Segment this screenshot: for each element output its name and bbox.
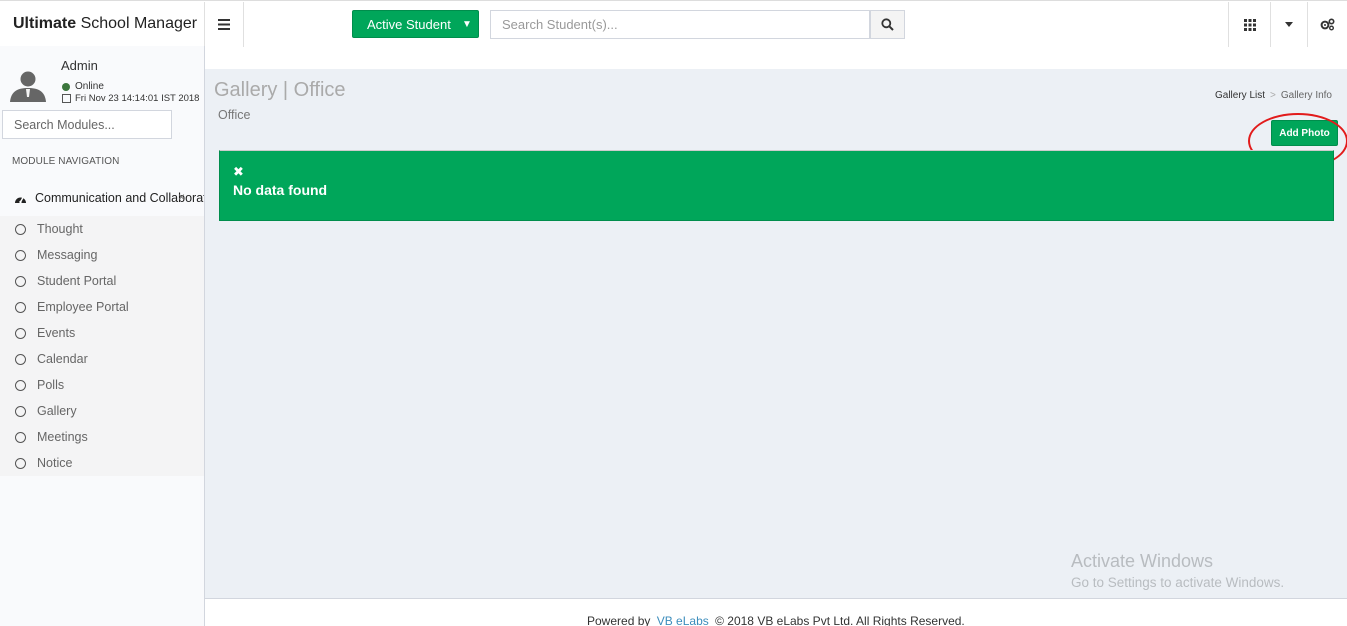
sidebar-item-label: Calendar bbox=[37, 352, 88, 366]
sidebar-item-employee-portal[interactable]: Employee Portal bbox=[0, 294, 204, 320]
sidebar-item-polls[interactable]: Polls bbox=[0, 372, 204, 398]
grid-icon bbox=[1243, 18, 1256, 31]
breadcrumb-separator: > bbox=[1270, 90, 1276, 101]
breadcrumb-gallery-info: Gallery Info bbox=[1280, 90, 1332, 101]
breadcrumb-gallery-list[interactable]: Gallery List bbox=[1215, 90, 1265, 101]
user-menu-dropdown[interactable] bbox=[1270, 2, 1307, 47]
sidebar-item-student-portal[interactable]: Student Portal bbox=[0, 268, 204, 294]
active-student-label: Active Student bbox=[367, 16, 451, 32]
user-name: Admin bbox=[61, 58, 98, 73]
page-subtitle: Office bbox=[218, 108, 251, 122]
circle-icon bbox=[15, 301, 26, 313]
activate-windows-title: Activate Windows bbox=[1071, 551, 1214, 571]
footer-prefix: Powered by bbox=[587, 614, 651, 626]
sidebar-item-label: Messaging bbox=[37, 248, 98, 262]
no-data-alert: ✖ No data found bbox=[219, 150, 1334, 221]
breadcrumb: Gallery List > Gallery Info bbox=[1215, 90, 1332, 101]
page-title: Gallery | Office bbox=[214, 79, 346, 101]
content-area: Gallery | Office Office Gallery List > G… bbox=[205, 69, 1347, 598]
circle-icon bbox=[15, 379, 26, 391]
dashboard-icon bbox=[14, 193, 27, 204]
sidebar-item-label: Polls bbox=[37, 378, 65, 392]
close-icon[interactable]: × bbox=[178, 190, 185, 204]
module-navigation-header: MODULE NAVIGATION bbox=[12, 156, 120, 167]
circle-icon bbox=[15, 327, 26, 339]
circle-icon bbox=[15, 275, 26, 287]
footer-vb-elabs-link[interactable]: VB eLabs bbox=[657, 614, 709, 626]
student-search-button[interactable] bbox=[870, 10, 905, 39]
search-icon bbox=[881, 18, 894, 31]
sidebar-item-meetings[interactable]: Meetings bbox=[0, 424, 204, 450]
circle-icon bbox=[15, 431, 26, 443]
apps-menu-button[interactable] bbox=[1228, 2, 1270, 47]
settings-button[interactable] bbox=[1307, 2, 1347, 47]
student-search-input[interactable] bbox=[490, 10, 870, 39]
online-status: Online bbox=[62, 81, 104, 92]
sidebar-item-gallery[interactable]: Gallery bbox=[0, 398, 204, 424]
sidebar-menu: Thought Messaging Student Portal Employe… bbox=[0, 216, 204, 476]
login-datetime: Fri Nov 23 14:14:01 IST 2018 bbox=[62, 93, 199, 104]
hamburger-icon bbox=[218, 19, 230, 30]
sidebar-item-label: Notice bbox=[37, 456, 73, 470]
caret-down-icon: ▼ bbox=[462, 18, 472, 30]
sidebar-item-notice[interactable]: Notice bbox=[0, 450, 204, 476]
circle-icon bbox=[15, 223, 26, 235]
calendar-icon bbox=[62, 94, 71, 103]
brand-bold: Ultimate bbox=[13, 15, 77, 32]
sidebar-item-calendar[interactable]: Calendar bbox=[0, 346, 204, 372]
gears-icon bbox=[1320, 18, 1335, 31]
module-search-input[interactable] bbox=[2, 110, 172, 139]
footer-copyright: © 2018 VB eLabs Pvt Ltd. All Rights Rese… bbox=[715, 614, 965, 626]
close-icon[interactable]: ✖ bbox=[233, 164, 244, 180]
sidebar-item-label: Gallery bbox=[37, 404, 77, 418]
sidebar-item-label: Thought bbox=[37, 222, 83, 236]
circle-icon bbox=[15, 405, 26, 417]
sidebar-item-label: Meetings bbox=[37, 430, 88, 444]
circle-icon bbox=[15, 457, 26, 469]
user-panel: Admin Online Fri Nov 23 14:14:01 IST 201… bbox=[0, 46, 204, 106]
brand-rest: School Manager bbox=[80, 15, 198, 32]
sidebar-item-events[interactable]: Events bbox=[0, 320, 204, 346]
top-navbar: Ultimate School Manager Active Student ▼ bbox=[0, 0, 1347, 47]
sidebar-item-label: Events bbox=[37, 326, 76, 340]
footer-text: Powered by VB eLabs © 2018 VB eLabs Pvt … bbox=[587, 614, 965, 626]
activate-windows-subtitle: Go to Settings to activate Windows. bbox=[1071, 575, 1285, 590]
add-photo-button[interactable]: Add Photo bbox=[1271, 120, 1338, 146]
sidebar-toggle-button[interactable] bbox=[205, 2, 244, 47]
brand-logo[interactable]: Ultimate School Manager bbox=[0, 2, 205, 47]
active-student-dropdown[interactable]: Active Student ▼ bbox=[352, 10, 479, 38]
datetime-text: Fri Nov 23 14:14:01 IST 2018 bbox=[75, 93, 200, 104]
circle-icon bbox=[15, 353, 26, 365]
avatar bbox=[10, 71, 46, 102]
status-text: Online bbox=[75, 81, 104, 92]
circle-icon bbox=[15, 249, 26, 261]
sidebar: Admin Online Fri Nov 23 14:14:01 IST 201… bbox=[0, 46, 205, 626]
footer: Powered by VB eLabs © 2018 VB eLabs Pvt … bbox=[205, 598, 1347, 626]
caret-down-icon bbox=[1285, 22, 1293, 27]
alert-message: No data found bbox=[233, 182, 328, 198]
sidebar-section-communication[interactable]: Communication and Collaboration × bbox=[0, 181, 204, 215]
online-dot-icon bbox=[62, 82, 70, 91]
sidebar-item-thought[interactable]: Thought bbox=[0, 216, 204, 242]
sidebar-item-label: Student Portal bbox=[37, 274, 117, 288]
sidebar-item-messaging[interactable]: Messaging bbox=[0, 242, 204, 268]
sidebar-item-label: Employee Portal bbox=[37, 300, 129, 314]
